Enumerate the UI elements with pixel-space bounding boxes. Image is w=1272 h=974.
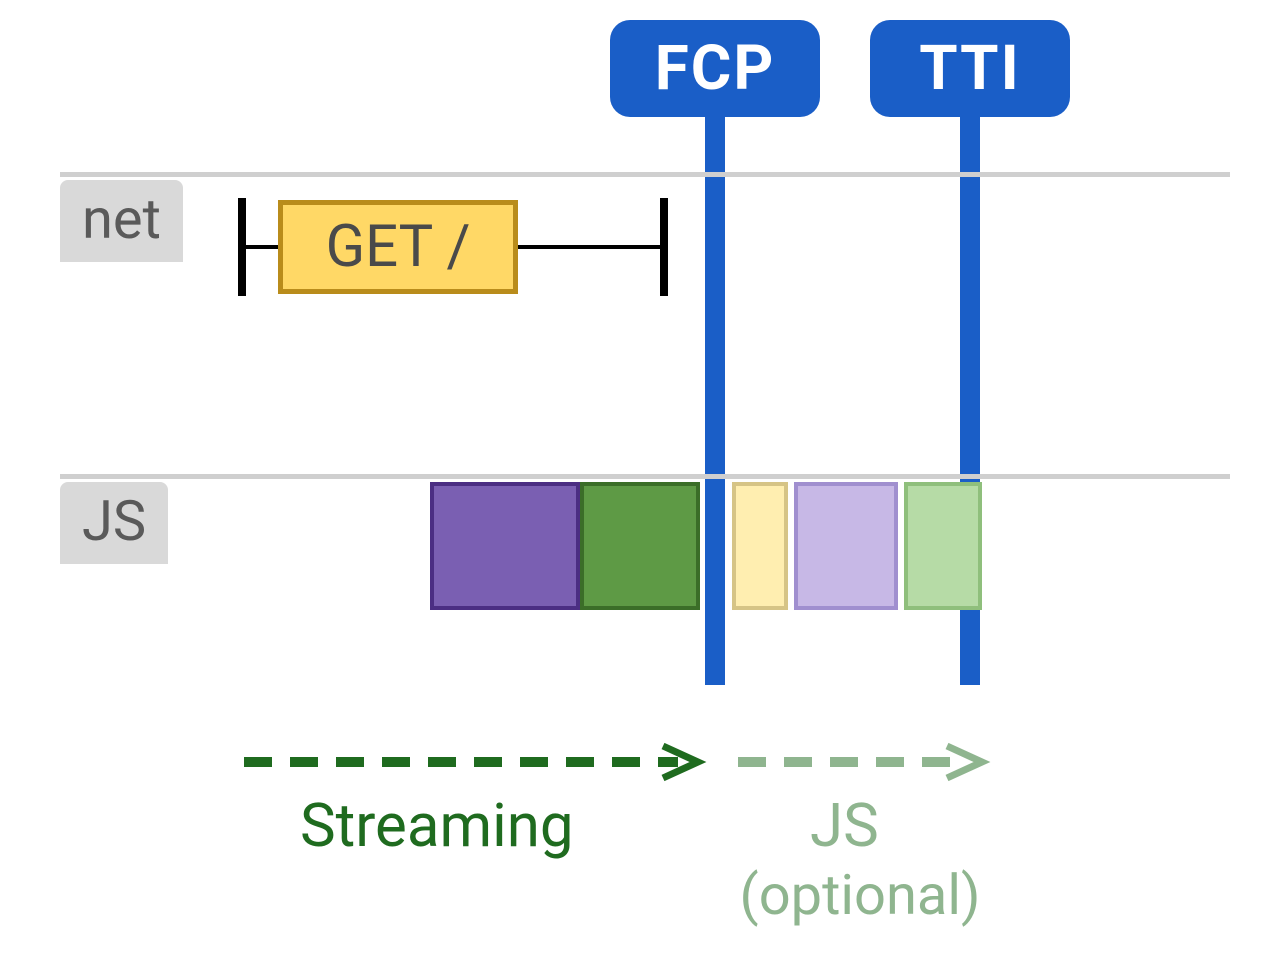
js-block-green bbox=[580, 482, 700, 610]
js-optional-arrow bbox=[732, 742, 992, 782]
js-block-yellow-faded bbox=[732, 482, 788, 610]
streaming-arrow bbox=[238, 742, 708, 782]
fcp-badge: FCP bbox=[610, 20, 820, 117]
tti-badge: TTI bbox=[870, 20, 1070, 117]
net-bar-end-tick bbox=[660, 198, 668, 296]
js-lane-label: JS bbox=[60, 482, 168, 564]
js-optional-label: JS bbox=[810, 790, 879, 861]
js-block-purple bbox=[430, 482, 580, 610]
rendering-timeline-diagram: FCP TTI net GET / JS Streaming JS (optio… bbox=[0, 0, 1272, 974]
js-optional-sublabel: (optional) bbox=[720, 862, 1000, 928]
js-block-purple-faded bbox=[794, 482, 898, 610]
streaming-label: Streaming bbox=[300, 790, 574, 861]
js-block-green-faded bbox=[904, 482, 982, 610]
net-request-box: GET / bbox=[278, 200, 518, 294]
net-lane-line bbox=[60, 172, 1230, 177]
net-request-label: GET / bbox=[326, 213, 471, 281]
js-lane-line bbox=[60, 474, 1230, 479]
net-lane-label: net bbox=[60, 180, 183, 262]
fcp-marker-line bbox=[705, 115, 725, 685]
